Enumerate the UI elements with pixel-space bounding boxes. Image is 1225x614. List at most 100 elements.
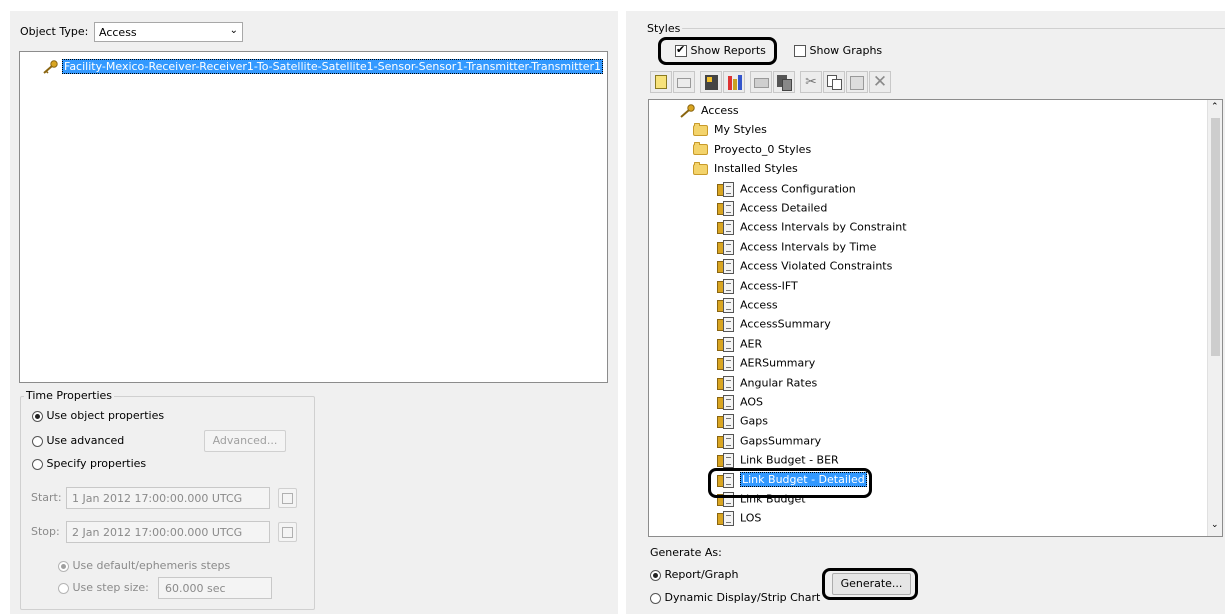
new-folder-icon[interactable] xyxy=(673,71,695,93)
report-style-icon xyxy=(717,511,734,527)
tree-style-item[interactable]: Access-IFT xyxy=(717,278,798,298)
tree-folder[interactable]: Installed Styles xyxy=(693,161,798,181)
tree-style-item[interactable]: Access Configuration xyxy=(717,181,856,201)
new-style-icon[interactable] xyxy=(650,71,672,93)
radio-icon xyxy=(58,560,69,572)
radio-icon xyxy=(58,582,69,594)
open-folder-icon[interactable] xyxy=(750,71,772,93)
calendar-icon xyxy=(282,527,293,538)
tree-item-label: Gaps xyxy=(740,414,768,428)
tree-folder[interactable]: Proyecto_0 Styles xyxy=(693,142,811,162)
report-style-icon xyxy=(717,395,734,410)
tree-style-item[interactable]: Access Detailed xyxy=(717,201,827,220)
radio-icon xyxy=(32,410,43,422)
report-style-icon xyxy=(717,414,734,430)
tree-item-label: Access-IFT xyxy=(740,279,798,293)
tree-style-item[interactable]: Access xyxy=(717,298,778,317)
tree-folder[interactable]: My Styles xyxy=(693,122,767,142)
stop-label: Stop: xyxy=(31,525,60,538)
object-type-value: Access xyxy=(99,26,137,39)
start-time-field[interactable]: 1 Jan 2012 17:00:00.000 UTCG xyxy=(66,487,270,509)
object-type-select[interactable]: Access ⌄ xyxy=(94,22,243,42)
stop-calendar-button[interactable] xyxy=(278,522,297,542)
stop-time-value: 2 Jan 2012 17:00:00.000 UTCG xyxy=(72,526,243,539)
tree-style-item[interactable]: AER xyxy=(717,336,763,356)
tree-root[interactable]: Access xyxy=(679,104,739,123)
tree-item-label: AER xyxy=(740,337,763,351)
copy-style-icon[interactable] xyxy=(773,71,795,93)
advanced-button[interactable]: Advanced... xyxy=(204,430,286,452)
tree-style-item[interactable]: AccessSummary xyxy=(717,317,831,336)
start-label: Start: xyxy=(31,491,62,504)
tree-scrollbar[interactable]: ⌃ ⌄ xyxy=(1207,100,1222,536)
object-list-item-label: Facility-Mexico-Receiver-Receiver1-To-Sa… xyxy=(62,59,604,74)
report-graph-radio[interactable]: Report/Graph xyxy=(650,568,738,581)
radio-icon xyxy=(32,435,43,447)
calendar-icon xyxy=(282,493,293,504)
delete-icon[interactable]: ✕ xyxy=(869,71,891,93)
key-icon xyxy=(43,60,58,74)
report-style-icon xyxy=(717,317,734,333)
report-style-icon xyxy=(717,201,734,216)
step-size-field[interactable]: 60.000 sec xyxy=(158,577,272,599)
tree-item-label: AOS xyxy=(740,395,763,409)
step-size-value: 60.000 sec xyxy=(165,582,226,595)
report-graph-label: Report/Graph xyxy=(664,568,739,581)
scroll-thumb[interactable] xyxy=(1211,118,1220,356)
report-style-icon xyxy=(717,336,734,352)
tree-style-item[interactable]: Access Violated Constraints xyxy=(717,259,892,278)
copy-icon[interactable] xyxy=(823,71,845,93)
default-steps-radio[interactable]: Use default/ephemeris steps xyxy=(58,559,230,572)
radio-icon xyxy=(650,592,661,604)
object-type-label: Object Type: xyxy=(20,25,89,38)
folder-icon xyxy=(693,142,708,156)
right-panel: Styles Show Reports Show Graphs ✂ ✕ xyxy=(626,11,1225,614)
use-advanced-label: Use advanced xyxy=(46,434,125,447)
report-style-icon xyxy=(717,239,734,255)
tree-item-label: Access Intervals by Constraint xyxy=(740,220,907,234)
tree-item-label: AccessSummary xyxy=(740,317,831,331)
report-style-icon xyxy=(717,375,734,391)
tree-item-label: Link Budget - BER xyxy=(740,453,839,467)
styles-title: Styles xyxy=(647,22,681,35)
report-style-icon xyxy=(717,298,734,313)
scroll-up-icon[interactable]: ⌃ xyxy=(1211,102,1219,112)
report-style-icon xyxy=(717,181,734,197)
tree-item-label: My Styles xyxy=(714,123,767,137)
tree-style-item[interactable]: GapsSummary xyxy=(717,433,821,453)
tree-style-item[interactable]: Angular Rates xyxy=(717,375,817,395)
tree-item-label: Access Violated Constraints xyxy=(740,259,893,273)
tree-style-item[interactable]: AOS xyxy=(717,395,763,414)
show-graphs-checkbox[interactable]: Show Graphs xyxy=(794,44,882,57)
graph-style-icon[interactable] xyxy=(723,71,745,93)
cut-icon[interactable]: ✂ xyxy=(800,71,822,93)
paste-icon[interactable] xyxy=(846,71,868,93)
highlight-ring-link-budget xyxy=(708,468,872,498)
step-size-radio[interactable]: Use step size: xyxy=(58,581,149,594)
specify-properties-radio[interactable]: Specify properties xyxy=(32,457,146,470)
tree-style-item[interactable]: AERSummary xyxy=(717,356,815,375)
radio-icon xyxy=(650,569,661,581)
advanced-button-label: Advanced... xyxy=(212,434,278,447)
scroll-down-icon[interactable]: ⌄ xyxy=(1211,520,1219,530)
use-object-properties-radio[interactable]: Use object properties xyxy=(32,409,164,422)
default-steps-label: Use default/ephemeris steps xyxy=(72,559,231,572)
left-panel: Object Type: Access ⌄ Facility-Mexico-Re… xyxy=(10,11,618,614)
object-list[interactable]: Facility-Mexico-Receiver-Receiver1-To-Sa… xyxy=(19,51,608,383)
tree-style-item[interactable]: Gaps xyxy=(717,414,768,433)
radio-icon xyxy=(32,458,43,470)
report-style-icon xyxy=(717,220,734,236)
stop-time-field[interactable]: 2 Jan 2012 17:00:00.000 UTCG xyxy=(66,521,270,543)
dynamic-display-radio[interactable]: Dynamic Display/Strip Chart xyxy=(650,591,820,604)
time-properties-title: Time Properties xyxy=(24,389,115,402)
tree-item-label: LOS xyxy=(740,511,762,525)
use-advanced-radio[interactable]: Use advanced xyxy=(32,434,124,447)
report-style-icon xyxy=(717,453,734,469)
tree-style-item[interactable]: LOS xyxy=(717,511,761,530)
tree-style-item[interactable]: Access Intervals by Constraint xyxy=(717,220,907,239)
tree-item-label: Access xyxy=(740,298,778,312)
object-list-item[interactable]: Facility-Mexico-Receiver-Receiver1-To-Sa… xyxy=(42,59,604,74)
properties-icon[interactable] xyxy=(700,71,722,93)
start-calendar-button[interactable] xyxy=(278,488,297,508)
tree-style-item[interactable]: Access Intervals by Time xyxy=(717,239,876,259)
